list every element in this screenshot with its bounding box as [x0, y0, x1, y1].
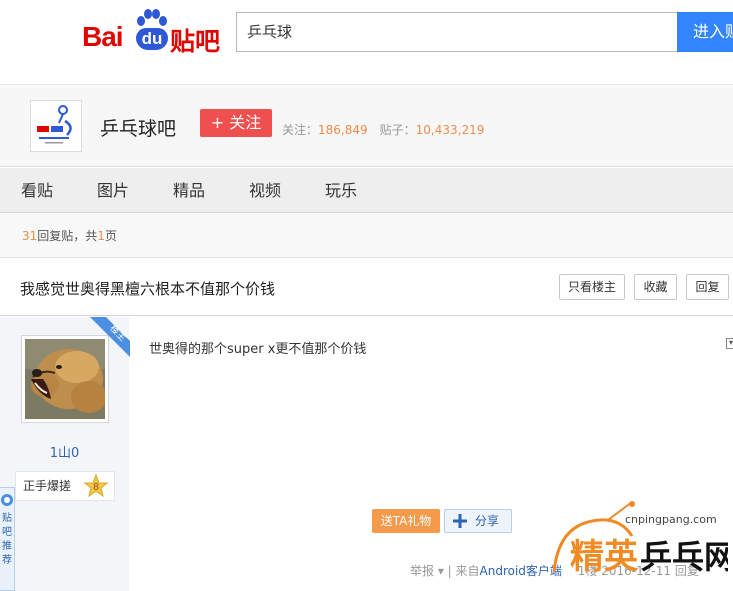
reply-count-bar: 31回复贴，共1页 — [0, 214, 733, 258]
favorite-button[interactable]: 收藏 — [634, 274, 677, 300]
followers-count: 186,849 — [318, 123, 368, 137]
forum-logo-icon — [31, 101, 81, 151]
from-label: | 来自 — [447, 564, 480, 578]
share-label: 分享 — [475, 514, 500, 528]
page-count: 1 — [97, 229, 105, 243]
author-sidebar: 1山0 正手爆搓 8 — [0, 317, 129, 591]
post-content: 世奥得的那个super x更不值那个价钱 — [149, 342, 367, 357]
recommend-icon — [1, 494, 13, 506]
cnpingpang-watermark-logo: cnpingpang.com 精英 乒乓网 — [552, 501, 728, 577]
only-op-button[interactable]: 只看楼主 — [559, 274, 625, 300]
reply-text: 回复贴，共 — [37, 229, 98, 243]
thread-title: 我感觉世奥得黑檀六根本不值那个价钱 — [20, 280, 276, 298]
tab-posts[interactable]: 看贴 — [21, 168, 53, 213]
posts-count: 10,433,219 — [415, 123, 485, 137]
report-link[interactable]: 举报 — [410, 564, 434, 578]
reply-count: 31 — [22, 229, 38, 243]
posts-label: 贴子： — [379, 123, 416, 137]
watermark-domain: cnpingpang.com — [625, 513, 717, 526]
follow-button[interactable]: + 关注 — [200, 109, 272, 137]
post-menu-icon[interactable]: ▾ — [726, 338, 733, 349]
recommend-side-label: 贴吧推荐 — [2, 513, 12, 566]
tab-videos[interactable]: 视频 — [249, 168, 281, 213]
author-name[interactable]: 1山0 — [0, 442, 129, 461]
recommend-side-tab[interactable]: 贴吧推荐 — [0, 487, 15, 591]
baidu-tieba-logo[interactable]: Bai du 贴吧 — [82, 4, 222, 56]
op-corner-tag: 楼主 — [90, 317, 130, 357]
dropdown-arrow-icon[interactable]: ▾ — [434, 564, 448, 578]
badge-level: 8 — [93, 482, 99, 493]
forum-info-bar: 乒乓球吧 + 关注 关注：186,849 贴子：10,433,219 — [0, 86, 733, 167]
search-input[interactable]: 乒乓球 — [236, 12, 677, 52]
tab-pictures[interactable]: 图片 — [97, 168, 129, 213]
forum-avatar[interactable] — [30, 100, 82, 152]
level-star-icon: 8 — [84, 474, 108, 498]
watermark-text-b: 乒乓网 — [640, 538, 728, 576]
top-header: Bai du 贴吧 乒乓球 进入贴吧 — [0, 0, 733, 85]
send-gift-button[interactable]: 送TA礼物 — [372, 509, 440, 533]
enter-forum-button[interactable]: 进入贴吧 — [677, 12, 733, 52]
forum-name[interactable]: 乒乓球吧 — [100, 114, 176, 141]
tab-fun[interactable]: 玩乐 — [325, 168, 357, 213]
badge-label: 正手爆搓 — [23, 479, 72, 493]
thread-title-row: 我感觉世奥得黑檀六根本不值那个价钱 只看楼主 收藏 回复 — [0, 259, 733, 316]
share-button[interactable]: 分享 — [444, 509, 512, 533]
logo-text-du: du — [136, 28, 168, 50]
followers-label: 关注： — [282, 123, 319, 137]
reply-button[interactable]: 回复 — [686, 274, 729, 300]
level-badge[interactable]: 正手爆搓 8 — [15, 471, 115, 501]
plus-icon — [453, 514, 467, 528]
watermark-text-a: 精英 — [570, 537, 639, 577]
logo-text-bai: Bai — [82, 21, 124, 52]
forum-nav: 看贴 图片 精品 视频 玩乐 — [0, 168, 733, 213]
tab-featured[interactable]: 精品 — [173, 168, 205, 213]
page-text: 页 — [104, 229, 117, 243]
logo-text-tieba: 贴吧 — [170, 27, 221, 56]
forum-stats: 关注：186,849 贴子：10,433,219 — [282, 121, 484, 138]
